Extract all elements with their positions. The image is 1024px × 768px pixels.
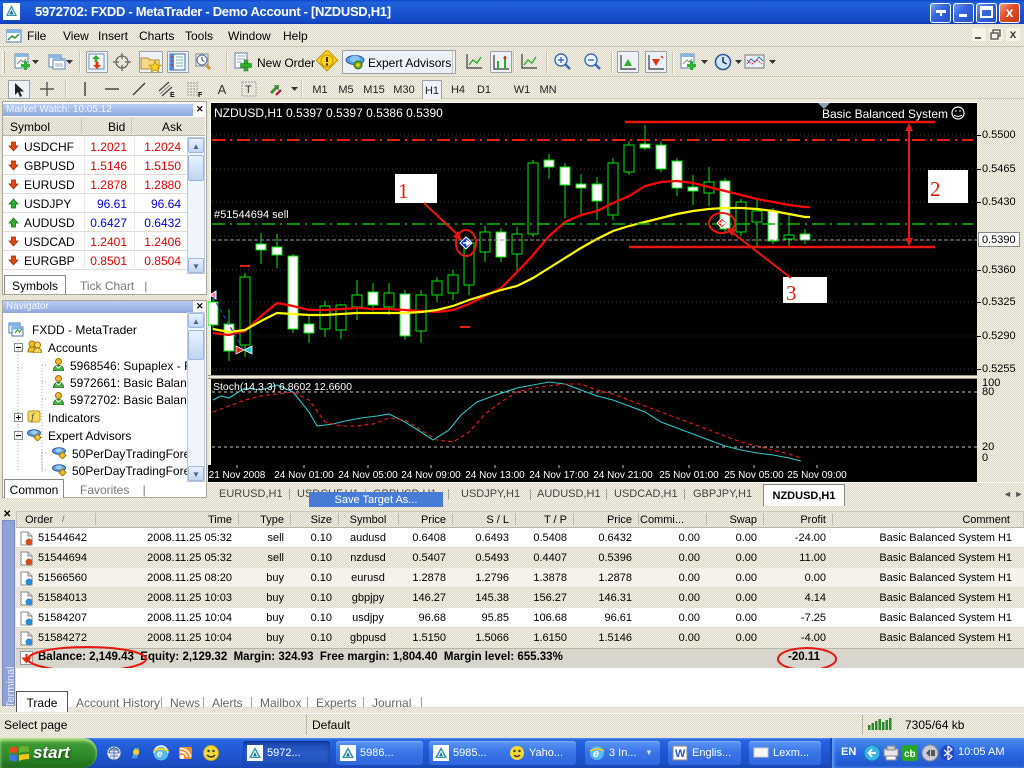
svg-text:F: F — [198, 92, 203, 98]
svg-text:e: e — [157, 749, 163, 760]
svg-text:24 Nov 01:00: 24 Nov 01:00 — [274, 470, 334, 481]
svg-text:25 Nov 05:00: 25 Nov 05:00 — [724, 470, 784, 481]
svg-text:#51544694 sell: #51544694 sell — [214, 209, 289, 221]
svg-text:NZDUSD,H1 0.5397 0.5397 0.538: NZDUSD,H1 0.5397 0.5397 0.5386 0.5390 — [214, 106, 443, 120]
svg-text:24 Nov 09:00: 24 Nov 09:00 — [401, 470, 461, 481]
svg-text:E: E — [170, 92, 175, 98]
svg-text:25 Nov 09:00: 25 Nov 09:00 — [787, 470, 847, 481]
svg-text:24 Nov 17:00: 24 Nov 17:00 — [529, 470, 589, 481]
svg-text:Stoch(14,3,3) 6.8602 12.6600: Stoch(14,3,3) 6.8602 12.6600 — [213, 381, 352, 393]
svg-text:3: 3 — [786, 281, 797, 305]
svg-text:25 Nov 01:00: 25 Nov 01:00 — [659, 470, 719, 481]
svg-text:1: 1 — [398, 179, 409, 203]
svg-text:cb: cb — [904, 749, 916, 760]
svg-text:24 Nov 21:00: 24 Nov 21:00 — [593, 470, 653, 481]
svg-text:21 Nov 2008: 21 Nov 2008 — [209, 470, 266, 481]
svg-text:Basic Balanced System: Basic Balanced System — [822, 107, 948, 121]
svg-text:W: W — [675, 748, 686, 760]
svg-text:T: T — [245, 84, 252, 96]
svg-text:2: 2 — [930, 177, 941, 201]
svg-text:24 Nov 05:00: 24 Nov 05:00 — [338, 470, 398, 481]
svg-text:24 Nov 13:00: 24 Nov 13:00 — [465, 470, 525, 481]
